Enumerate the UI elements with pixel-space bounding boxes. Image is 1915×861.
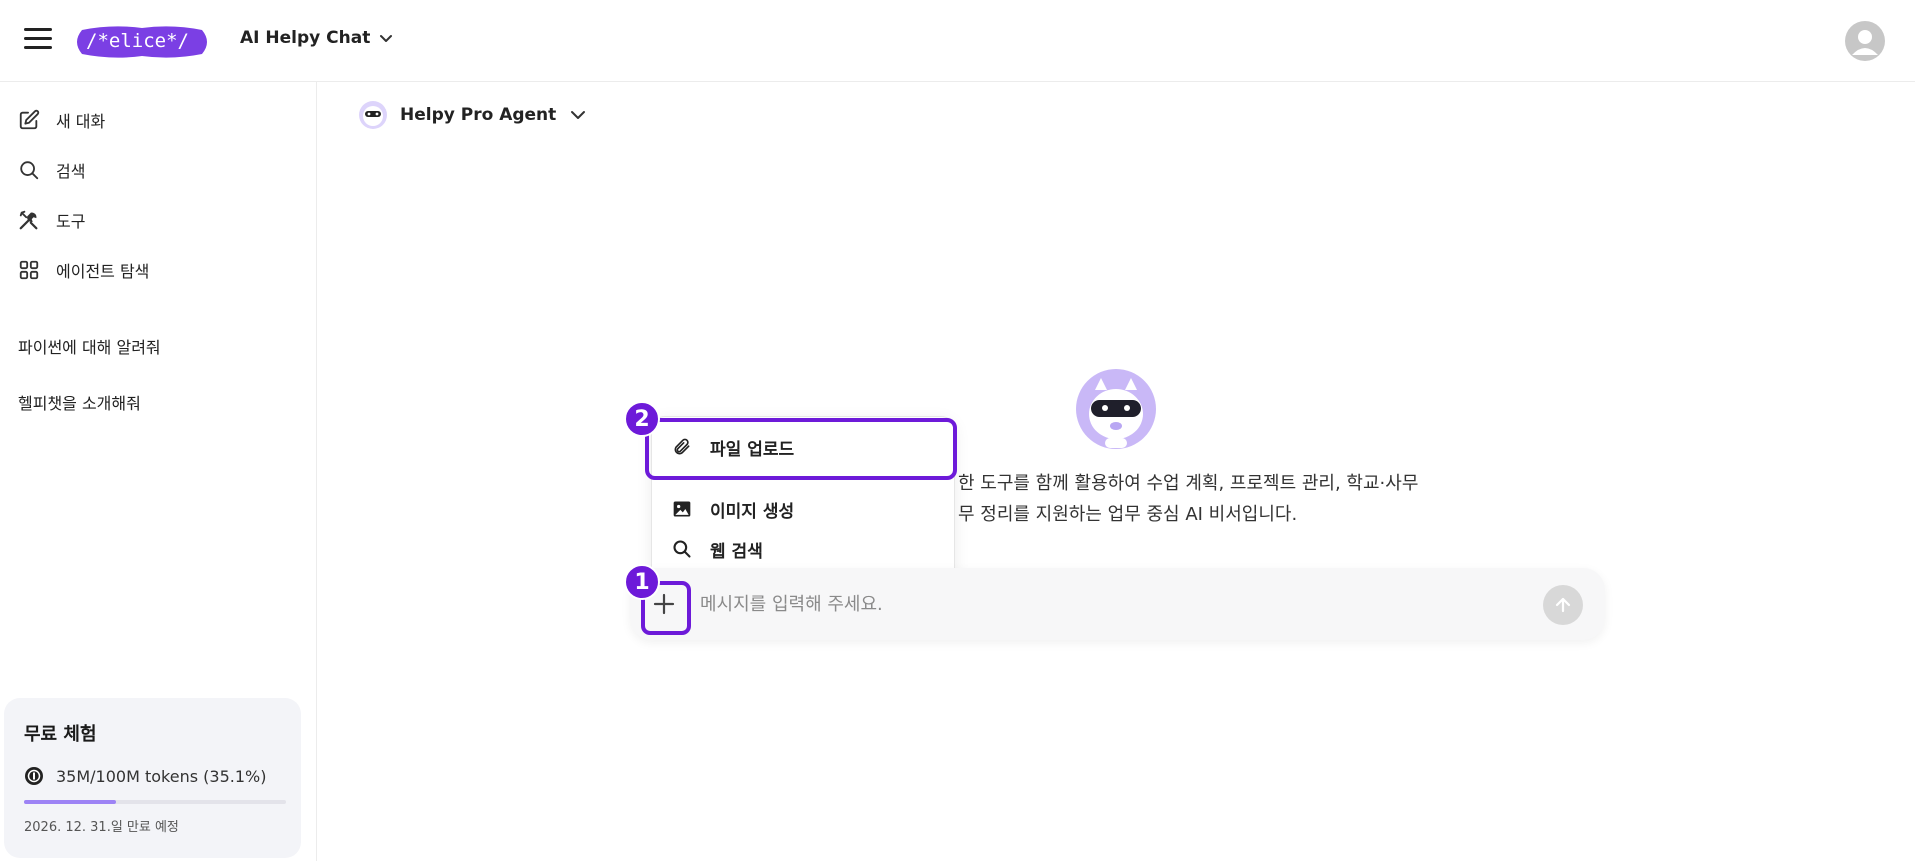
sidebar-item-label: 에이전트 탐색: [56, 262, 150, 281]
chevron-down-icon: [571, 111, 586, 119]
helpy-mascot: [1076, 369, 1156, 449]
message-input[interactable]: [700, 586, 1500, 622]
token-usage: 35M/100M tokens (35.1%): [24, 766, 281, 786]
user-avatar[interactable]: [1845, 21, 1885, 61]
top-bar: /*elice*/ AI Helpy Chat: [0, 0, 1915, 82]
menu-item-file-upload[interactable]: 파일 업로드: [672, 429, 794, 465]
menu-item-image-generation[interactable]: 이미지 생성: [672, 491, 794, 527]
edit-icon: [19, 109, 40, 130]
paperclip-icon: [674, 438, 690, 455]
agent-intro: 한 도구를 함께 활용하여 수업 계획, 프로젝트 관리, 학교·사무 무 정리…: [958, 468, 1558, 530]
elice-logo[interactable]: /*elice*/: [72, 22, 212, 62]
intro-line: 무 정리를 지원하는 업무 중심 AI 비서입니다.: [958, 504, 1298, 525]
step-badge: 2: [624, 401, 660, 437]
token-progress-fill: [24, 800, 116, 804]
trial-expiry: 2026. 12. 31.일 만료 예정: [24, 820, 179, 835]
recent-chat-item[interactable]: 헬피챗을 소개해줘: [18, 390, 141, 414]
grid-icon: [19, 260, 39, 280]
app-title: AI Helpy Chat: [240, 28, 371, 48]
agent-avatar-icon: [359, 101, 387, 129]
arrow-up-icon: [1555, 597, 1571, 613]
coin-icon: [25, 767, 43, 785]
user-icon: [1852, 30, 1878, 55]
sidebar-item-label: 검색: [56, 162, 86, 181]
logo-text: /*elice*/: [86, 30, 189, 52]
intro-line: 한 도구를 함께 활용하여 수업 계획, 프로젝트 관리, 학교·사무: [958, 473, 1419, 494]
menu-item-label: 파일 업로드: [710, 439, 795, 460]
sidebar-item-tools[interactable]: 도구: [18, 203, 85, 237]
agent-name: Helpy Pro Agent: [400, 105, 557, 125]
token-usage-text: 35M/100M tokens (35.1%): [56, 766, 267, 786]
tools-icon: [19, 210, 38, 230]
app-switcher[interactable]: AI Helpy Chat: [240, 28, 394, 48]
menu-item-label: 이미지 생성: [710, 501, 795, 522]
menu-item-web-search[interactable]: 웹 검색: [672, 531, 763, 567]
sidebar-item-search[interactable]: 검색: [18, 153, 85, 187]
sidebar: 새 대화 검색 도구 에이전트 탐색 파이썬에 대해 알려줘 헬피챗을 소개해줘…: [0, 82, 317, 861]
sidebar-item-new-chat[interactable]: 새 대화: [18, 103, 105, 137]
menu-item-label: 웹 검색: [710, 541, 763, 562]
search-icon: [673, 540, 691, 558]
sidebar-item-label: 새 대화: [56, 112, 106, 131]
step-badge: 1: [624, 564, 660, 600]
agent-selector[interactable]: Helpy Pro Agent: [358, 100, 588, 130]
chevron-down-icon: [380, 35, 393, 42]
chat-input-bar: [630, 568, 1605, 640]
menu-icon[interactable]: [24, 28, 52, 52]
sidebar-item-agent-explore[interactable]: 에이전트 탐색: [18, 253, 149, 287]
send-button[interactable]: [1543, 585, 1583, 625]
free-trial-card: 무료 체험 35M/100M tokens (35.1%) 2026. 12. …: [4, 698, 301, 858]
trial-title: 무료 체험: [24, 724, 97, 745]
search-icon: [20, 161, 39, 180]
token-progress-bar: [24, 800, 286, 804]
attachment-menu: 파일 업로드 이미지 생성 웹 검색: [651, 416, 955, 584]
image-icon: [673, 501, 691, 517]
recent-chat-item[interactable]: 파이썬에 대해 알려줘: [18, 334, 161, 358]
sidebar-item-label: 도구: [56, 212, 86, 231]
